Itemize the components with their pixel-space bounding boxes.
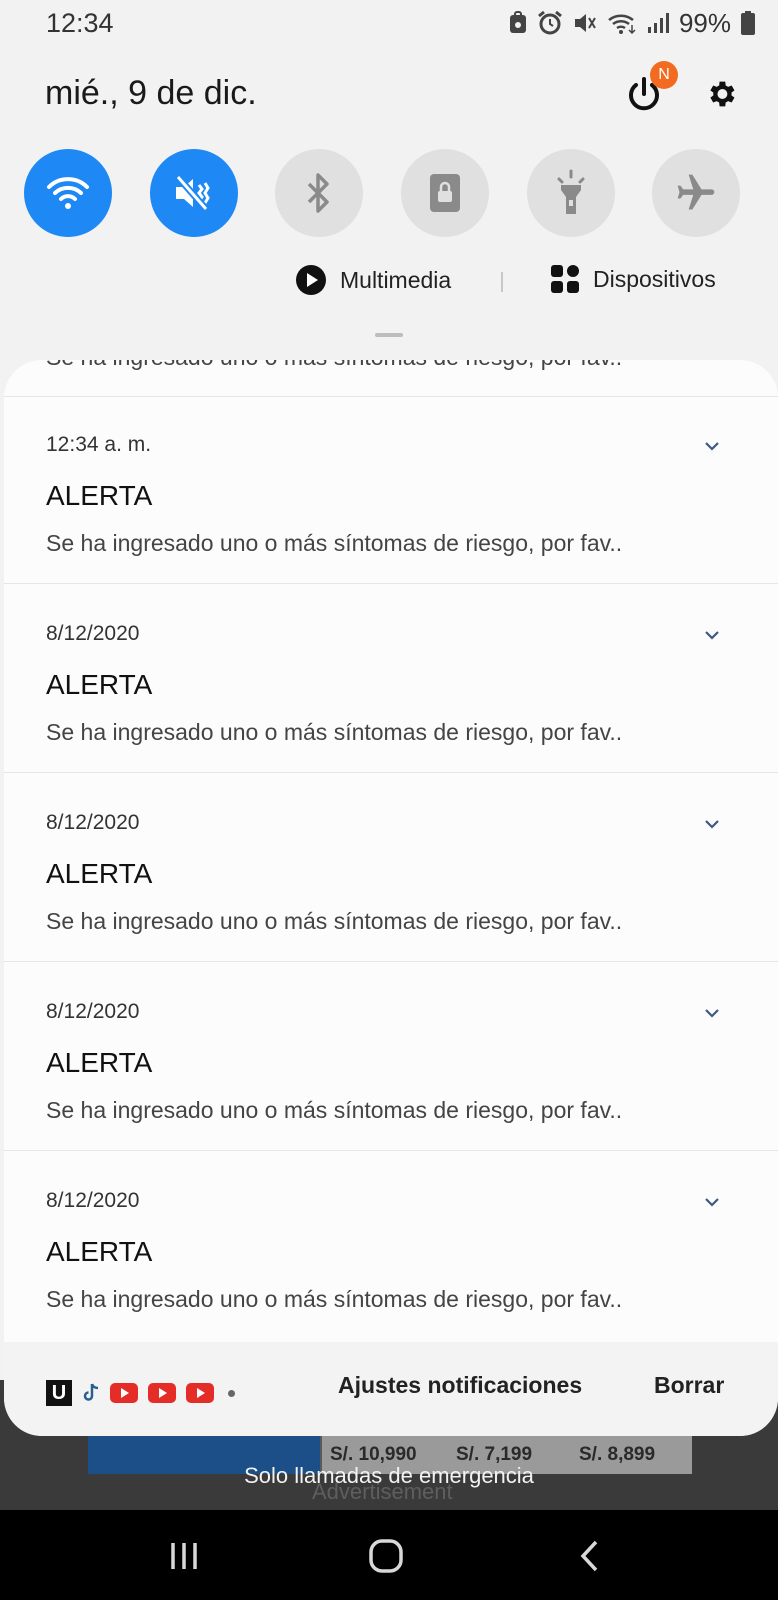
chevron-down-icon [705,820,719,829]
notification-title: ALERTA [46,669,153,700]
divider [501,272,503,292]
panel-drag-handle[interactable] [375,333,403,337]
expand-button[interactable] [698,621,726,649]
youtube-icon [110,1383,138,1403]
notification-card[interactable]: 8/12/2020 ALERTA Se ha ingresado uno o m… [4,963,778,1151]
multimedia-button[interactable]: Multimedia [295,264,451,296]
chevron-down-icon [705,1009,719,1018]
status-icons: 99% [508,8,756,38]
app-icons: U [46,1380,235,1406]
toggle-bluetooth[interactable] [275,149,363,237]
expand-button[interactable] [698,432,726,460]
status-bar: 12:34 99% [0,0,778,50]
notification-body: Se ha ingresado uno o más síntomas de ri… [46,530,623,556]
recents-button[interactable] [162,1534,206,1578]
back-icon [580,1540,598,1572]
devices-button[interactable]: Dispositivos [550,264,716,294]
notification-card[interactable]: 8/12/2020 ALERTA Se ha ingresado uno o m… [4,585,778,773]
alarm-icon [538,10,562,35]
notification-body: Se ha ingresado uno o más síntomas de ri… [46,1097,623,1123]
notification-title: ALERTA [46,480,153,511]
notification-card[interactable]: 12:34 a. m. ALERTA Se ha ingresado uno o… [4,396,778,584]
settings-button[interactable] [697,70,745,118]
toggle-screen-lock[interactable] [401,149,489,237]
notification-time: 8/12/2020 [46,622,140,645]
media-devices-row: Multimedia Dispositivos [0,262,778,302]
notification-panel: Se ha ingresado uno o más síntomas de ri… [4,360,778,1436]
home-button[interactable] [364,1534,408,1578]
devices-label: Dispositivos [593,265,716,292]
chevron-down-icon [705,1198,719,1207]
devices-grid-icon [551,265,579,293]
toggle-airplane[interactable] [652,149,740,237]
expand-button[interactable] [698,999,726,1027]
notification-time: 8/12/2020 [46,811,140,834]
wifi-status-icon [608,14,636,35]
youtube-icon [148,1383,176,1403]
quick-toggles [24,149,754,237]
status-time: 12:34 [46,8,114,38]
notification-title: ALERTA [46,1236,153,1267]
u-app-icon: U [46,1380,72,1406]
mute-icon [574,14,596,32]
play-circle-icon [296,265,326,295]
notification-card[interactable]: 8/12/2020 ALERTA Se ha ingresado uno o m… [4,1152,778,1340]
toggle-flashlight[interactable] [527,149,615,237]
gear-icon [710,81,735,107]
bluetooth-icon [307,173,329,213]
clear-button[interactable]: Borrar [654,1372,724,1399]
vibrate-mute-icon [175,174,210,212]
date-label: mié., 9 de dic. [45,74,257,112]
back-button[interactable] [568,1534,612,1578]
notification-title: ALERTA [46,1047,153,1078]
battery-icon [741,11,755,35]
previous-notification-body: Se ha ingresado uno o más síntomas de ri… [46,360,622,371]
notification-title: ALERTA [46,858,153,889]
notification-settings-button[interactable]: Ajustes notificaciones [338,1372,582,1399]
notification-badge: N [650,61,678,89]
secure-folder-icon [509,11,526,33]
screen-lock-icon [430,174,460,212]
home-icon [369,1539,403,1573]
tiktok-icon [83,1383,99,1401]
chevron-down-icon [705,631,719,640]
wifi-icon [47,177,89,209]
youtube-icon [186,1383,214,1403]
notification-body: Se ha ingresado uno o más síntomas de ri… [46,719,623,745]
expand-button[interactable] [698,1188,726,1216]
signal-icon [647,13,669,33]
navigation-bar [0,1510,778,1600]
emergency-calls-text: Solo llamadas de emergencia [244,1463,534,1488]
toggle-sound[interactable] [150,149,238,237]
expand-button[interactable] [698,810,726,838]
panel-footer: U Ajustes notificaciones Borrar [4,1342,778,1436]
multimedia-label: Multimedia [340,266,452,293]
notification-card[interactable]: 8/12/2020 ALERTA Se ha ingresado uno o m… [4,774,778,962]
recents-icon [171,1543,197,1569]
notification-time: 8/12/2020 [46,1000,140,1023]
chevron-down-icon [705,442,719,451]
flashlight-icon [557,169,585,214]
toggle-wifi[interactable] [24,149,112,237]
airplane-icon [677,174,715,210]
notification-time: 12:34 a. m. [46,433,152,456]
notification-time: 8/12/2020 [46,1189,140,1212]
more-apps-icon [228,1389,235,1397]
notification-body: Se ha ingresado uno o más síntomas de ri… [46,1286,623,1312]
notification-body: Se ha ingresado uno o más síntomas de ri… [46,908,623,934]
battery-percent: 99% [678,7,731,38]
